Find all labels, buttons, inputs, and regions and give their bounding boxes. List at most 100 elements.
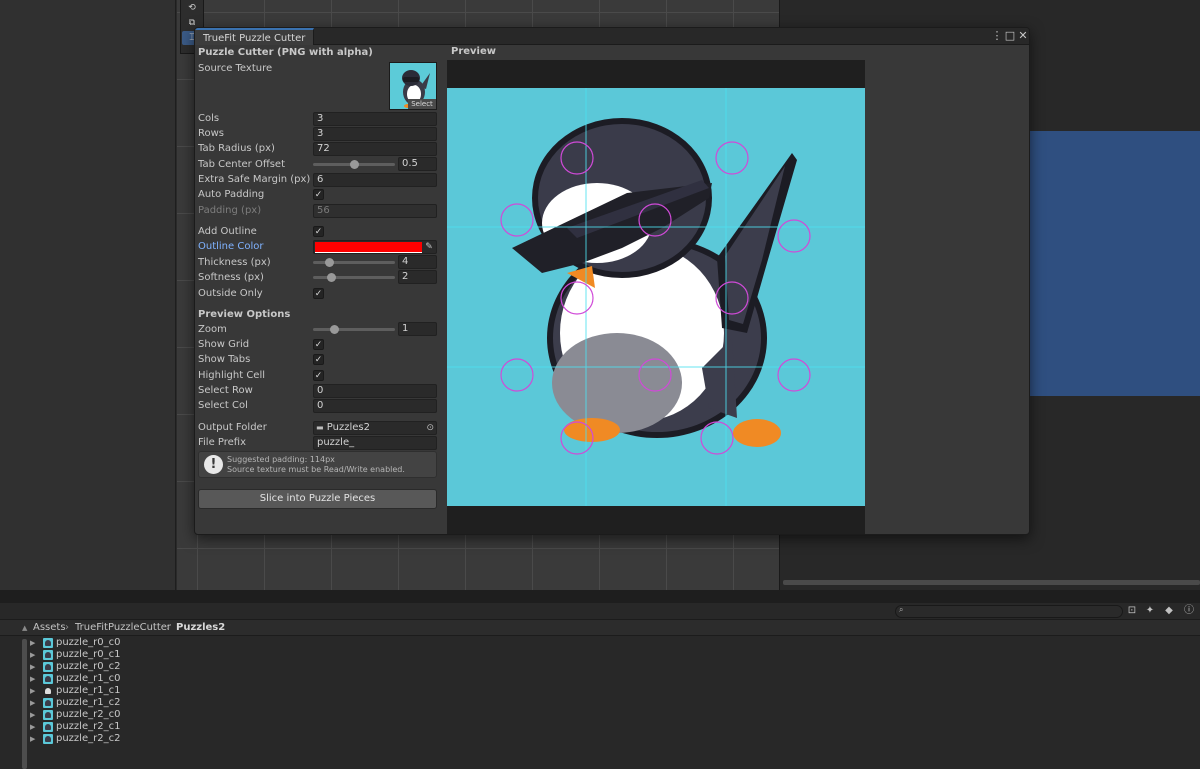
texture-icon	[43, 734, 53, 744]
slider-knob[interactable]	[325, 258, 334, 267]
texture-icon	[43, 722, 53, 732]
show-grid-checkbox[interactable]: ✓	[313, 339, 324, 350]
cols-field[interactable]: 3	[313, 112, 437, 126]
maximize-icon[interactable]: □	[1004, 29, 1016, 43]
output-folder-label: Output Folder	[198, 422, 267, 433]
auto-padding-checkbox[interactable]: ✓	[313, 189, 324, 200]
menu-icon[interactable]: ⋮	[991, 29, 1003, 43]
info-icon[interactable]: ⓘ	[1182, 604, 1196, 618]
preview-label: Preview	[451, 46, 497, 57]
select-texture-button[interactable]: Select	[408, 99, 436, 109]
target-picker-icon[interactable]: ⊙	[426, 422, 434, 434]
asset-name: puzzle_r2_c1	[56, 721, 121, 732]
expand-arrow-icon[interactable]: ▶	[30, 685, 35, 697]
filter-by-type-icon[interactable]: ⊡	[1125, 604, 1139, 618]
file-prefix-label: File Prefix	[198, 437, 247, 448]
expand-arrow-icon[interactable]: ▶	[30, 661, 35, 673]
softness-slider[interactable]	[313, 273, 395, 282]
asset-name: puzzle_r1_c2	[56, 697, 121, 708]
thickness-slider[interactable]	[313, 258, 395, 267]
select-col-field[interactable]: 0	[313, 399, 437, 413]
project-search-input[interactable]: ⌕	[895, 605, 1123, 618]
softness-label: Softness (px)	[198, 272, 264, 283]
section-header: Puzzle Cutter (PNG with alpha)	[198, 47, 373, 58]
help-readwrite-note: Source texture must be Read/Write enable…	[227, 465, 405, 474]
panel-divider[interactable]	[0, 590, 1200, 603]
output-folder-field[interactable]: ▬ Puzzles2 ⊙	[313, 421, 437, 435]
outline-color-field[interactable]: ✎	[313, 240, 437, 254]
hierarchy-panel	[0, 0, 176, 590]
slider-knob[interactable]	[327, 273, 336, 282]
zoom-slider[interactable]	[313, 325, 395, 334]
breadcrumb-truefit[interactable]: TrueFitPuzzleCutter	[75, 620, 171, 636]
preview-area	[447, 60, 865, 534]
tab-center-offset-field[interactable]: 0.5	[398, 157, 437, 171]
project-toolbar: ⌕ ⊡ ✦ ◆ ⓘ	[0, 603, 1200, 620]
project-panel: ⌕ ⊡ ✦ ◆ ⓘ ▲ Assets › TrueFitPuzzleCutter…	[0, 603, 1200, 769]
horizontal-scrollbar[interactable]	[783, 580, 1200, 585]
asset-name: puzzle_r2_c0	[56, 709, 121, 720]
window-tab[interactable]: TrueFit Puzzle Cutter	[195, 28, 315, 45]
preview-image[interactable]	[447, 88, 865, 506]
slice-button[interactable]: Slice into Puzzle Pieces	[198, 489, 437, 509]
source-texture-slot[interactable]: Select	[389, 62, 437, 110]
thickness-label: Thickness (px)	[198, 257, 271, 268]
eyedropper-icon[interactable]: ✎	[423, 241, 435, 253]
expand-arrow-icon[interactable]: ▶	[30, 709, 35, 721]
texture-icon	[43, 638, 53, 648]
select-row-label: Select Row	[198, 385, 253, 396]
thickness-field[interactable]: 4	[398, 255, 437, 269]
asset-name: puzzle_r1_c1	[56, 685, 121, 696]
preview-options-header: Preview Options	[198, 309, 291, 320]
filter-by-label-icon[interactable]: ✦	[1143, 604, 1157, 618]
extra-safe-margin-field[interactable]: 6	[313, 173, 437, 187]
close-icon[interactable]: ✕	[1017, 29, 1029, 43]
select-row-field[interactable]: 0	[313, 384, 437, 398]
expand-arrow-icon[interactable]: ▶	[30, 697, 35, 709]
expand-arrow-icon[interactable]: ▶	[30, 721, 35, 733]
rows-field[interactable]: 3	[313, 127, 437, 141]
asset-name: puzzle_r0_c1	[56, 649, 121, 660]
color-swatch[interactable]	[315, 242, 422, 252]
tag-icon[interactable]: ◆	[1162, 604, 1176, 618]
folder-icon: ▬	[316, 423, 324, 432]
softness-field[interactable]: 2	[398, 270, 437, 284]
add-outline-checkbox[interactable]: ✓	[313, 226, 324, 237]
outside-only-checkbox[interactable]: ✓	[313, 288, 324, 299]
show-tabs-checkbox[interactable]: ✓	[313, 354, 324, 365]
texture-icon	[43, 662, 53, 672]
tab-radius-field[interactable]: 72	[313, 142, 437, 156]
add-outline-label: Add Outline	[198, 226, 257, 237]
breadcrumb-assets[interactable]: Assets	[33, 620, 66, 636]
padding-field: 56	[313, 204, 437, 218]
breadcrumb-puzzles2[interactable]: Puzzles2	[176, 620, 225, 636]
expand-arrow-icon[interactable]: ▶	[30, 673, 35, 685]
breadcrumb: ▲ Assets › TrueFitPuzzleCutter › Puzzles…	[0, 620, 1200, 636]
outline-color-label: Outline Color	[198, 241, 264, 252]
tab-center-offset-slider[interactable]	[313, 160, 395, 169]
search-icon: ⌕	[899, 605, 904, 614]
expand-arrow-icon[interactable]: ▶	[30, 733, 35, 745]
asset-name: puzzle_r0_c0	[56, 637, 121, 648]
highlight-cell-label: Highlight Cell	[198, 370, 266, 381]
highlight-cell-checkbox[interactable]: ✓	[313, 370, 324, 381]
tab-radius-label: Tab Radius (px)	[198, 143, 275, 154]
zoom-field[interactable]: 1	[398, 322, 437, 336]
expand-arrow-icon[interactable]: ▶	[30, 649, 35, 661]
file-prefix-field[interactable]: puzzle_	[313, 436, 437, 450]
hand-tool-icon[interactable]: ⟲	[182, 1, 202, 15]
asset-name: puzzle_r2_c2	[56, 733, 121, 744]
expand-arrow-icon[interactable]: ▶	[30, 637, 35, 649]
select-col-label: Select Col	[198, 400, 248, 411]
show-tabs-label: Show Tabs	[198, 354, 251, 365]
color-alpha-bar	[315, 252, 422, 253]
padding-label: Padding (px)	[198, 205, 262, 216]
slider-knob[interactable]	[350, 160, 359, 169]
extra-safe-margin-label: Extra Safe Margin (px)	[198, 174, 311, 185]
asset-name: puzzle_r0_c2	[56, 661, 121, 672]
slider-knob[interactable]	[330, 325, 339, 334]
help-suggested-padding: Suggested padding: 114px	[227, 455, 335, 464]
texture-icon	[43, 686, 53, 696]
project-scrollbar[interactable]	[22, 639, 27, 769]
cols-label: Cols	[198, 113, 220, 124]
